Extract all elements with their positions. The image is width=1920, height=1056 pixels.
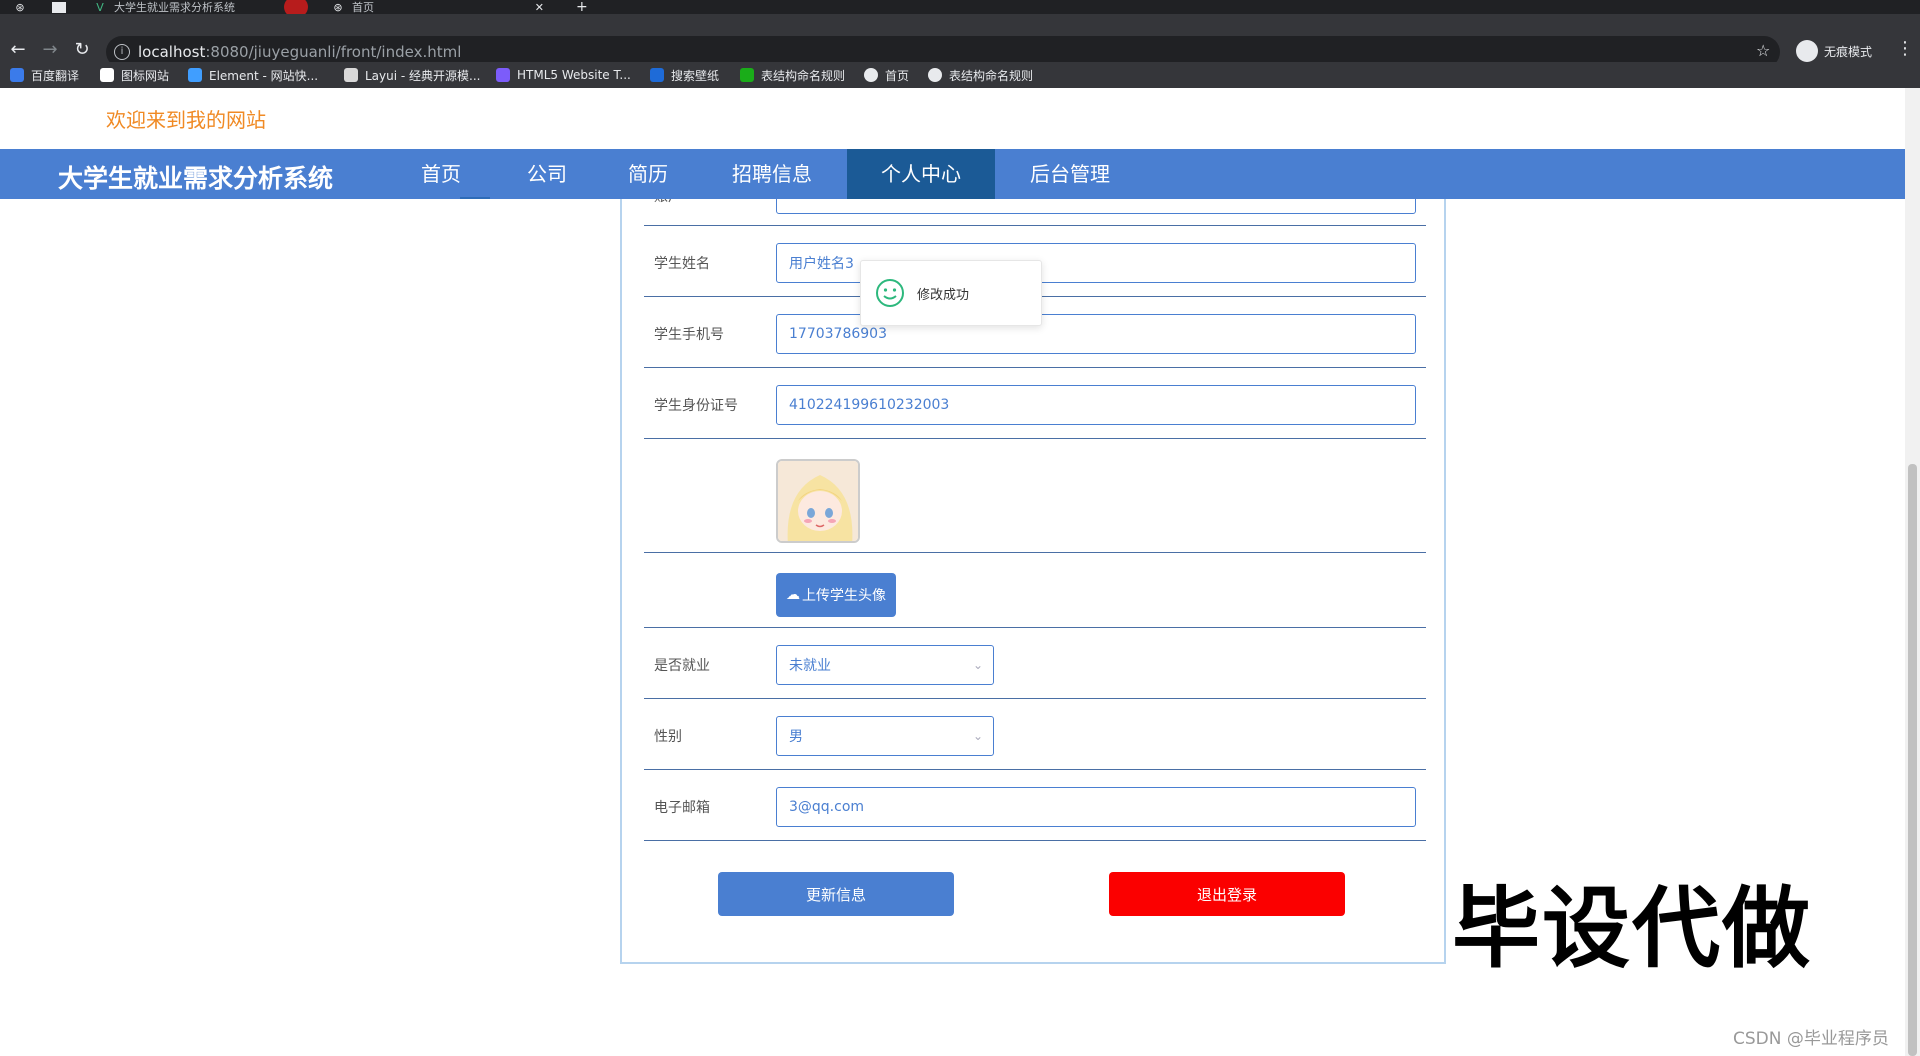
tab-title: 大学生就业需求分析系统 [114, 1, 235, 14]
form-row-email: 电子邮箱 3@qq.com [644, 770, 1426, 841]
bookmark-item[interactable]: 图标网站 [100, 62, 169, 88]
upload-avatar-button[interactable]: ☁ 上传学生头像 [776, 573, 896, 617]
element-icon [188, 68, 202, 82]
info-icon[interactable]: i [114, 44, 130, 60]
back-arrow-icon[interactable]: ← [6, 38, 30, 62]
student-id-label: 学生身份证号 [654, 398, 738, 414]
form-row-gender: 性别 男 ⌄ [644, 699, 1426, 770]
gender-select[interactable]: 男 ⌄ [776, 716, 994, 756]
reload-icon[interactable]: ↻ [70, 38, 94, 62]
chevron-down-icon: ⌄ [972, 729, 983, 743]
form-row-avatar [644, 439, 1426, 553]
form-row-id: 学生身份证号 410224199610232003 [644, 368, 1426, 439]
nav-item-personal-center[interactable]: 个人中心 [847, 149, 995, 199]
translate-icon [10, 68, 24, 82]
forward-arrow-icon[interactable]: → [38, 38, 62, 62]
nav-item-company[interactable]: 公司 [497, 149, 597, 199]
employed-label: 是否就业 [654, 658, 710, 674]
logout-button[interactable]: 退出登录 [1109, 872, 1345, 916]
nav-item-resume[interactable]: 简历 [597, 149, 699, 199]
tab-home[interactable]: ⊛ 首页 [332, 0, 374, 15]
email-input[interactable]: 3@qq.com [776, 787, 1416, 827]
globe-icon [864, 68, 878, 82]
nav-item-home[interactable]: 首页 [390, 149, 492, 199]
form-row-employed: 是否就业 未就业 ⌄ [644, 628, 1426, 699]
watermark-text: 毕设代做 [1452, 877, 1813, 980]
browser-toolbar: ← → ↻ i localhost:8080/jiuyeguanli/front… [0, 14, 1920, 68]
cloud-upload-icon: ☁ [786, 587, 800, 603]
nav-item-admin[interactable]: 后台管理 [999, 149, 1141, 199]
csdn-credit: CSDN @毕业程序员 [1733, 1029, 1889, 1049]
bookmark-item[interactable]: 表结构命名规则 [928, 62, 1033, 88]
student-id-input[interactable]: 410224199610232003 [776, 385, 1416, 425]
html5-icon [496, 68, 510, 82]
site-header: 大学生就业需求分析系统 首页 公司 简历 招聘信息 个人中心 后台管理 [0, 149, 1905, 199]
site-title: 大学生就业需求分析系统 [58, 164, 334, 193]
flag-icon [100, 68, 114, 82]
nav-item-jobs[interactable]: 招聘信息 [699, 149, 845, 199]
success-toast: 修改成功 [860, 260, 1042, 326]
welcome-text: 欢迎来到我的网站 [106, 108, 266, 132]
new-tab-button[interactable]: + [576, 0, 588, 15]
bookmark-item[interactable]: HTML5 Website T... [496, 62, 631, 88]
browser-menu-icon[interactable]: ⊛ [14, 0, 34, 14]
email-label: 电子邮箱 [654, 800, 710, 816]
employed-select[interactable]: 未就业 ⌄ [776, 645, 994, 685]
toast-message: 修改成功 [917, 287, 970, 303]
incognito-icon [1796, 40, 1818, 62]
form-row-upload: ☁ 上传学生头像 [644, 553, 1426, 628]
avatar [776, 459, 860, 543]
globe-icon [928, 68, 942, 82]
tab-dashboard[interactable]: V 大学生就业需求分析系统 ✕ [94, 0, 544, 18]
bookmark-item[interactable]: Element - 网站快... [188, 62, 318, 88]
bookmark-star-icon[interactable]: ☆ [1756, 41, 1770, 60]
wallpaper-icon [650, 68, 664, 82]
smile-icon [876, 279, 904, 307]
bookmark-item[interactable]: 首页 [864, 62, 909, 88]
url-text: localhost:8080/jiuyeguanli/front/index.h… [138, 43, 462, 61]
vue-icon: V [96, 0, 104, 14]
browser-tabstrip: ⊛ V 大学生就业需求分析系统 ✕ ⊛ 首页 + [0, 0, 1920, 18]
bookmark-item[interactable]: Layui - 经典开源模... [344, 62, 480, 88]
browser-menu-icon[interactable]: ⋮ [1896, 38, 1914, 59]
bookmark-item[interactable]: 表结构命名规则 [740, 62, 845, 88]
doc-icon [740, 68, 754, 82]
globe-icon: ⊛ [333, 0, 343, 14]
tab-title: 首页 [352, 1, 374, 14]
page-content: 欢迎来到我的网站 账户 a3 学生姓名 用户姓名3 学生手机号 17703786… [0, 88, 1905, 1056]
bookmarks-bar: 百度翻译 图标网站 Element - 网站快... Layui - 经典开源模… [0, 62, 1920, 88]
page-scrollbar[interactable] [1905, 88, 1920, 1056]
incognito-indicator[interactable]: 无痕模式 [1796, 40, 1872, 62]
gender-label: 性别 [654, 729, 682, 745]
student-phone-label: 学生手机号 [654, 327, 724, 343]
scrollbar-thumb[interactable] [1908, 464, 1917, 1056]
chevron-down-icon: ⌄ [972, 658, 983, 672]
bookmark-item[interactable]: 百度翻译 [10, 62, 79, 88]
student-name-label: 学生姓名 [654, 256, 710, 272]
close-tab-icon[interactable]: ✕ [535, 1, 544, 14]
layui-icon [344, 68, 358, 82]
update-info-button[interactable]: 更新信息 [718, 872, 954, 916]
bookmark-item[interactable]: 搜索壁纸 [650, 62, 719, 88]
tab-search-icon[interactable] [52, 0, 74, 14]
